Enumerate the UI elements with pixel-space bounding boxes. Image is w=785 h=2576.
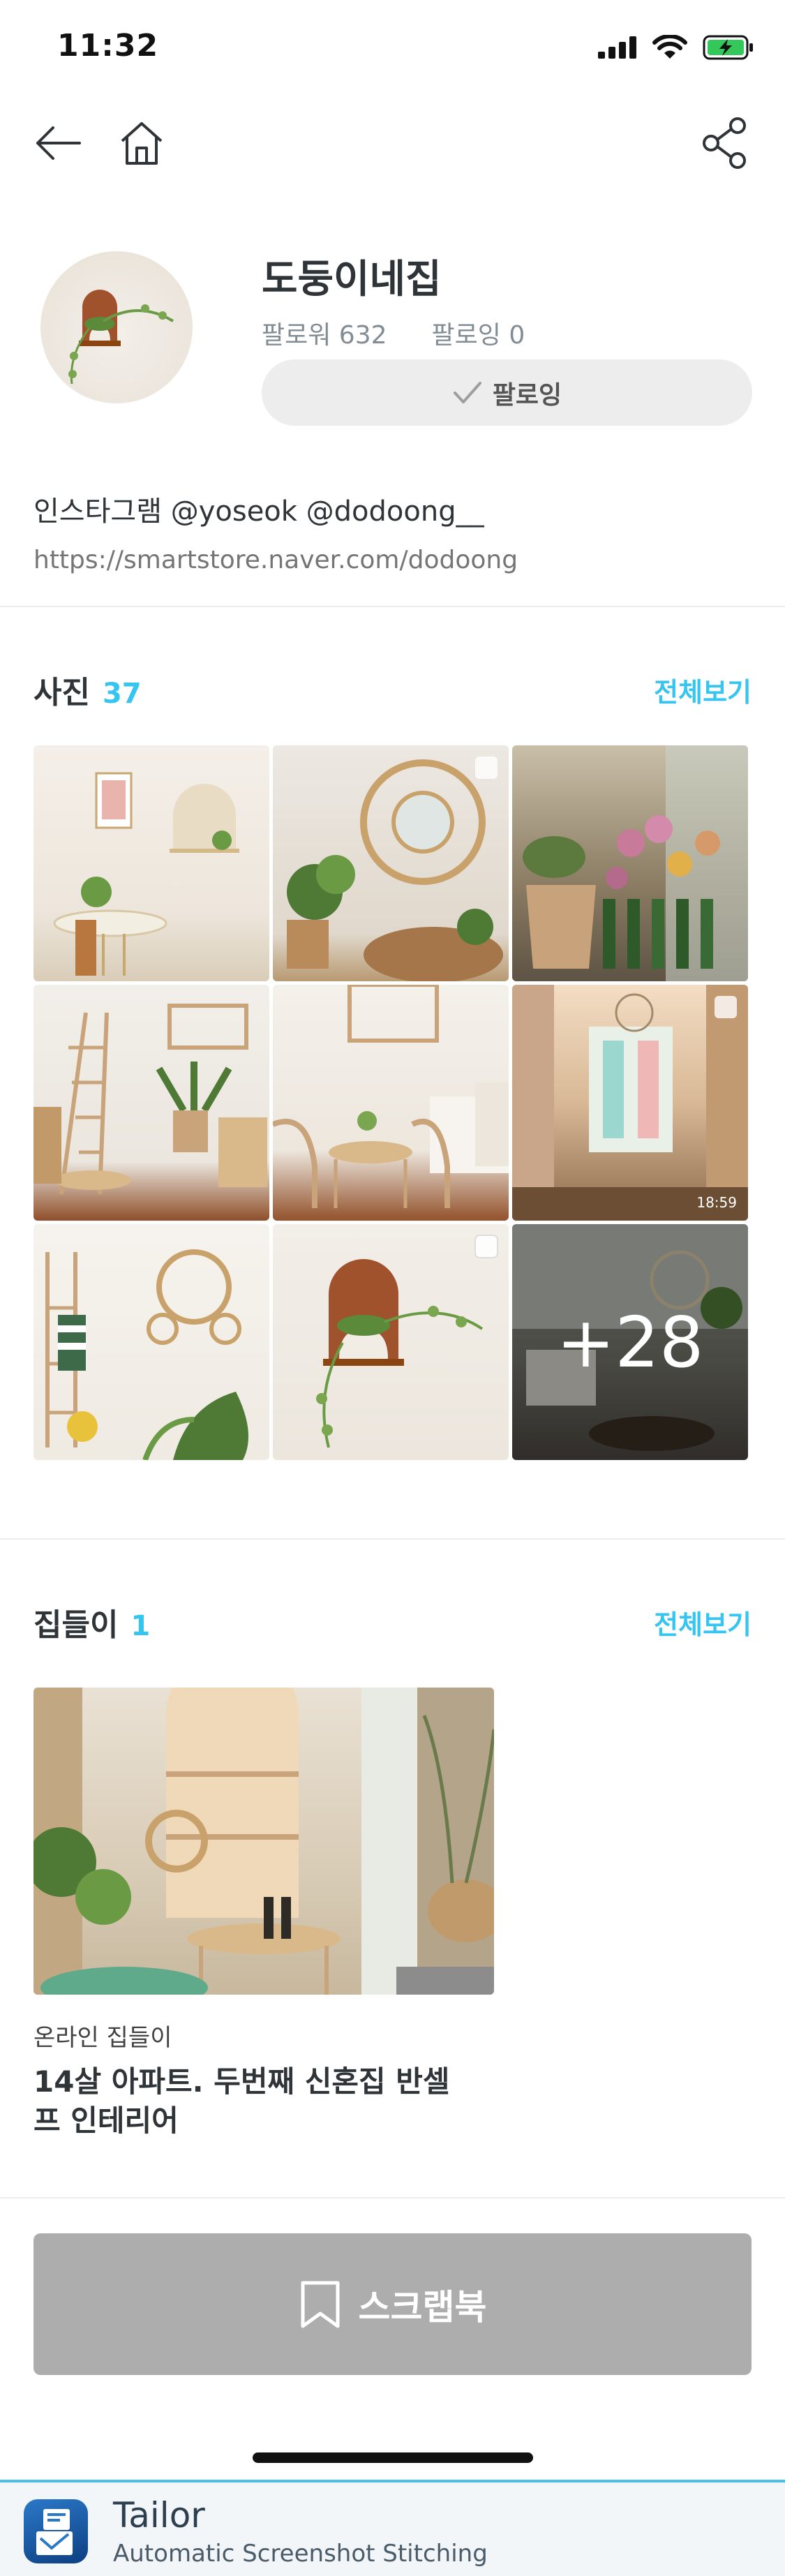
tailor-banner[interactable]: Tailor Automatic Screenshot Stitching [0,2480,785,2576]
profile-name: 도둥이네집 [262,257,442,302]
divider [0,1538,785,1540]
following-button-label: 팔로잉 [492,380,562,410]
photo-grid: 18:59 +28 [33,745,748,1460]
checkmark-icon [453,381,481,403]
photo-image [273,985,509,1208]
profile-header: 도둥이네집 팔로워 632 팔로잉 0 팔로잉 [0,248,785,436]
multiple-photos-icon [474,1235,498,1258]
house-card-category: 온라인 집들이 [33,2024,172,2052]
share-icon [703,117,746,169]
battery-charging-icon [703,35,753,60]
scrapbook-button-label: 스크랩북 [358,2286,487,2328]
profile-stats: 팔로워 632 팔로잉 0 [262,315,525,351]
photo-image [523,745,748,981]
wifi-icon [652,35,687,59]
house-count: 1 [130,1610,151,1642]
house-section-title: 집들이 [33,1607,119,1643]
avatar-image [68,290,174,385]
profile-link[interactable]: https://smartstore.naver.com/dodoong [33,546,518,574]
house-card-title: 14살 아파트. 두번째 신혼집 반셀프 인테리어 [33,2064,450,2138]
following-button[interactable]: 팔로잉 [262,359,752,426]
photo-image [45,1249,248,1460]
share-button[interactable] [694,112,757,174]
photo-thumbnail[interactable] [33,745,269,981]
photos-count: 37 [102,678,142,710]
house-card[interactable]: 온라인 집들이 14살 아파트. 두번째 신혼집 반셀프 인테리어 [33,1688,494,2141]
tailor-logo-icon [36,2509,73,2555]
house-card-image [33,1688,494,1995]
back-button[interactable] [27,112,89,174]
status-icons [598,35,754,60]
house-image [33,1688,494,1995]
house-section-header: 집들이 1 전체보기 [33,1601,752,1643]
photo-thumbnail[interactable] [33,1224,269,1460]
followers-count[interactable]: 팔로워 632 [262,315,387,351]
photos-section-header: 사진 37 전체보기 [33,669,752,710]
avatar[interactable] [40,251,193,403]
status-bar: 11:32 [0,0,785,92]
tailor-app-icon [24,2499,88,2563]
arrow-left-icon [36,126,81,160]
photo-thumbnail[interactable] [273,1224,509,1460]
status-time: 11:32 [57,28,159,64]
photo-image [53,772,239,976]
photo-thumbnail[interactable] [273,985,509,1221]
photo-thumbnail[interactable] [273,745,509,981]
house-see-all-link[interactable]: 전체보기 [654,1603,752,1641]
video-icon [715,996,737,1018]
photo-thumbnail[interactable] [512,745,748,981]
photos-section-title: 사진 [33,675,90,710]
banner-title: Tailor [113,2495,205,2536]
cellular-signal-icon [598,36,636,59]
photo-thumbnail[interactable]: 18:59 [512,985,748,1221]
home-indicator [253,2452,533,2463]
divider [0,2197,785,2198]
video-duration: 18:59 [696,1194,737,1211]
divider [0,606,785,607]
nav-bar [0,105,785,181]
following-count[interactable]: 팔로잉 0 [432,315,525,351]
bookmark-icon [301,2281,339,2328]
home-button[interactable] [110,112,173,174]
photo-thumbnail[interactable] [33,985,269,1221]
banner-subtitle: Automatic Screenshot Stitching [113,2540,488,2568]
multiple-photos-icon [475,757,498,779]
photos-see-all-link[interactable]: 전체보기 [654,671,752,709]
more-photos-count: +28 [512,1224,748,1460]
scrapbook-button[interactable]: 스크랩북 [33,2233,752,2375]
home-icon [121,122,163,165]
profile-bio: 인스타그램 @yoseok @dodoong__ [33,496,484,528]
photo-image [33,1004,267,1195]
photo-thumbnail-more[interactable]: +28 [512,1224,748,1460]
